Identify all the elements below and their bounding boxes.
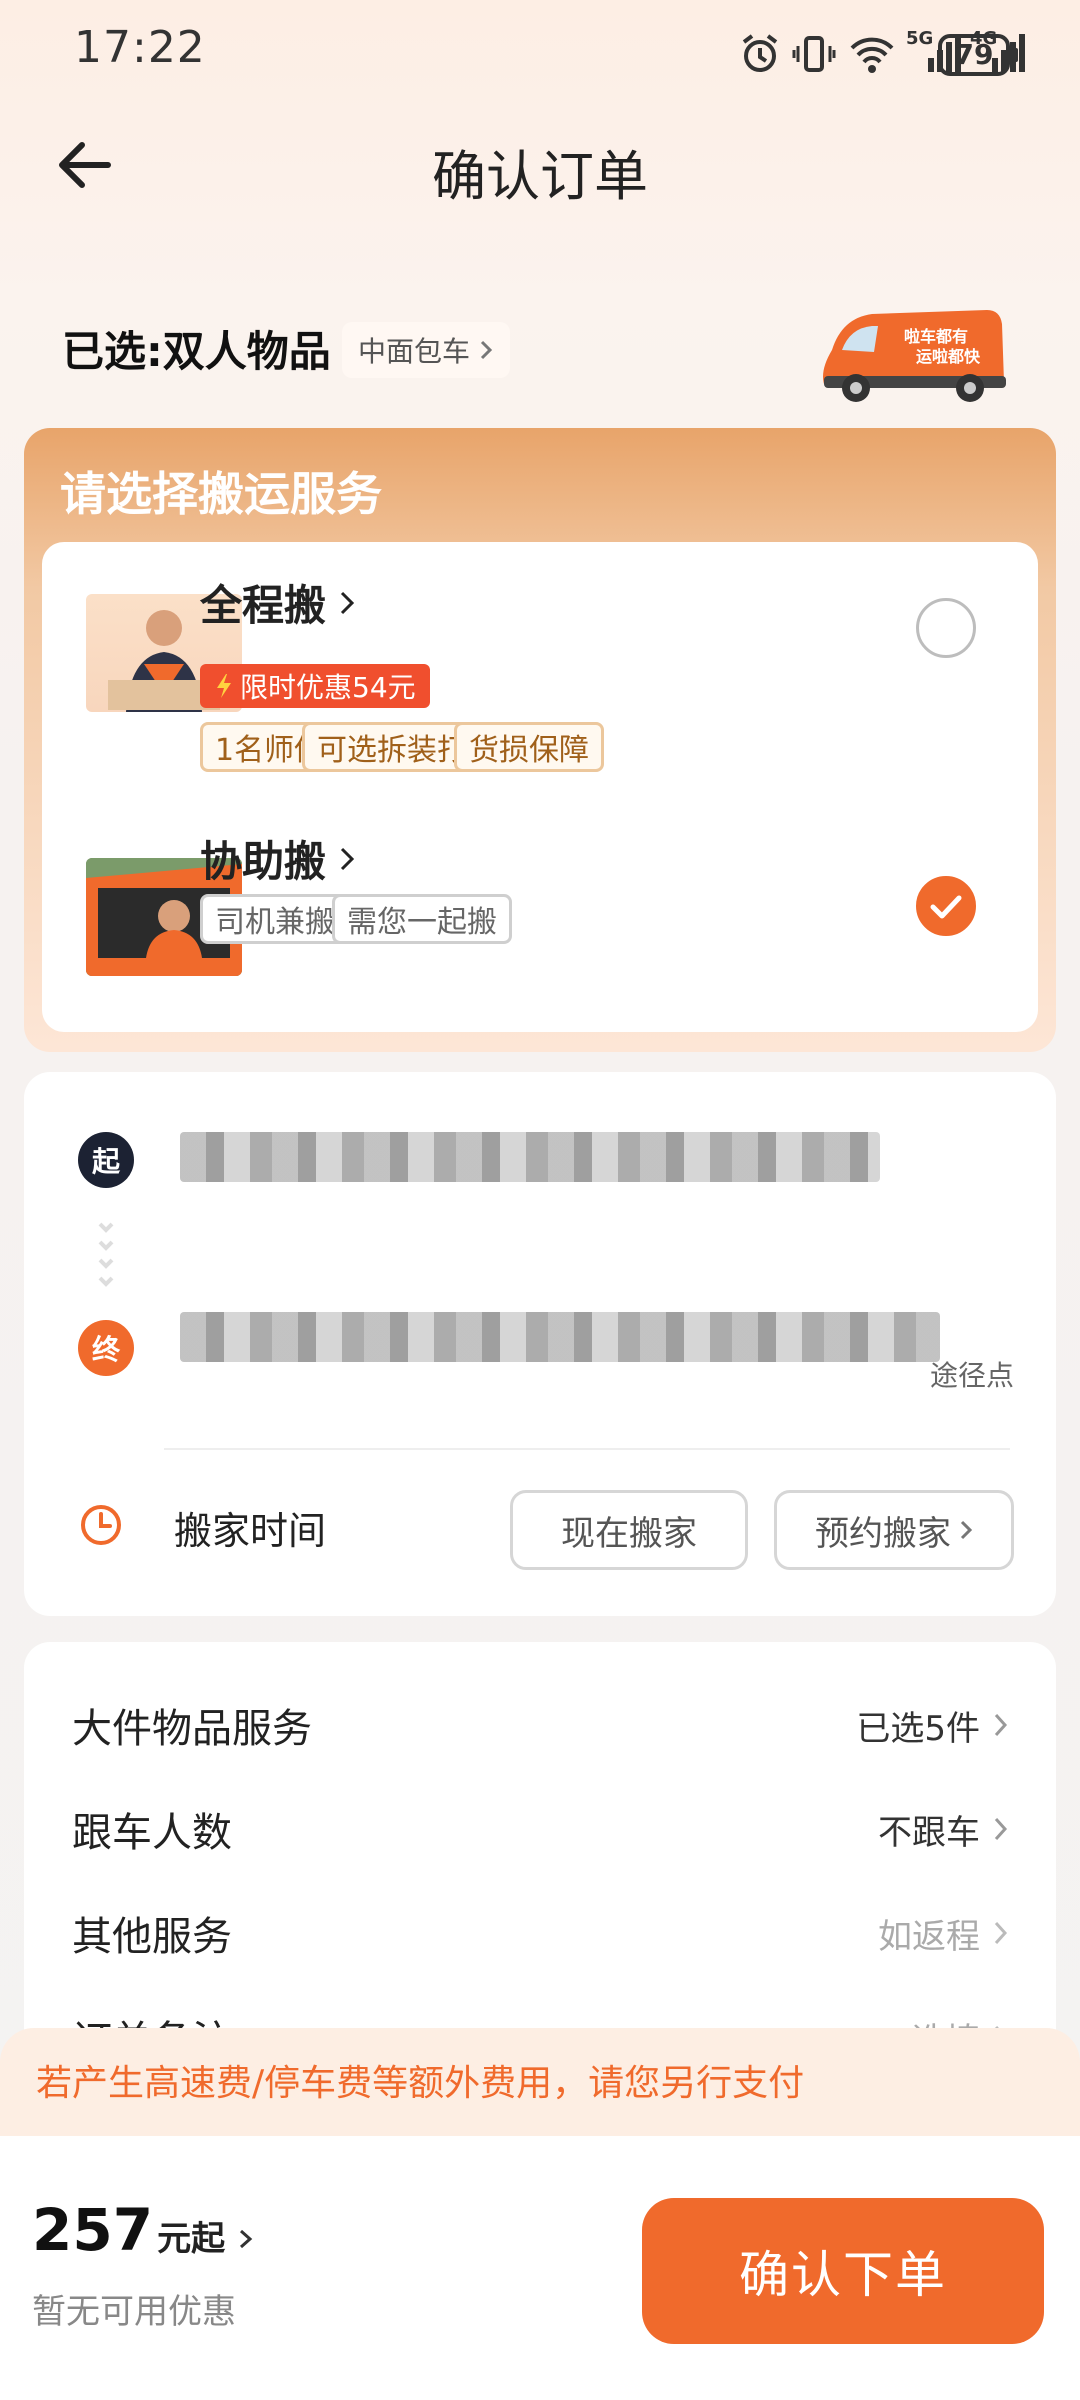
price-unit: 元起	[157, 2219, 226, 2259]
chevron-right-icon	[480, 340, 493, 360]
discount-text: 暂无可用优惠	[32, 2292, 236, 2332]
selected-items-label: 已选:双人物品	[62, 327, 331, 376]
end-badge: 终	[78, 1320, 134, 1376]
service-tag: 货损保障	[454, 722, 604, 772]
status-time: 17:22	[74, 22, 206, 73]
chevron-right-icon	[994, 1713, 1008, 1737]
option-label: 跟车人数	[72, 1810, 232, 1856]
clock-icon	[81, 1505, 121, 1545]
price-summary[interactable]: 257 元起	[32, 2196, 257, 2264]
reserve-move-label: 预约搬家	[815, 1513, 951, 1554]
promo-badge: 限时优惠54元	[200, 664, 430, 708]
via-point-link[interactable]: 途径点	[930, 1354, 1014, 1394]
vehicle-type-label: 中面包车	[358, 335, 471, 368]
route-dots-icon	[98, 1222, 114, 1287]
van-illustration: 啦车都有 运啦都快	[823, 310, 1006, 402]
page-title: 确认订单	[432, 145, 648, 208]
move-now-button[interactable]: 现在搬家	[510, 1490, 748, 1570]
option-row-other-services[interactable]: 其他服务 如返程	[72, 1898, 1008, 1968]
vibrate-icon	[792, 36, 836, 72]
check-icon	[930, 895, 962, 919]
chevron-right-icon	[340, 591, 355, 614]
service-name-full: 全程搬	[200, 581, 327, 630]
move-now-label: 现在搬家	[561, 1513, 697, 1554]
radio-assisted-service[interactable]	[916, 876, 976, 936]
end-address-redacted[interactable]	[180, 1312, 940, 1362]
promo-text: 限时优惠54元	[240, 671, 416, 704]
option-value: 如返程	[878, 1909, 1008, 1958]
price-amount: 257	[32, 2196, 154, 2264]
option-value: 已选5件	[856, 1701, 1008, 1750]
battery-indicator: 79	[938, 34, 1018, 76]
option-value: 不跟车	[878, 1805, 1008, 1854]
service-name-assisted: 协助搬	[200, 837, 327, 886]
reserve-move-button[interactable]: 预约搬家	[774, 1490, 1014, 1570]
service-card: 全程搬 限时优惠54元 1名师傅 可选拆装打包 货损保障 协助搬 司机兼搬运 需…	[42, 542, 1038, 1032]
option-row-passengers[interactable]: 跟车人数 不跟车	[72, 1794, 1008, 1864]
chevron-right-icon	[994, 1817, 1008, 1841]
notice-text: 若产生高速费/停车费等额外费用，请您另行支付	[36, 2063, 805, 2104]
van-slogan-line1: 啦车都有	[904, 327, 968, 346]
extra-fee-notice: 若产生高速费/停车费等额外费用，请您另行支付	[0, 2028, 1080, 2136]
chevron-right-icon	[960, 1520, 973, 1540]
option-label: 大件物品服务	[72, 1706, 312, 1752]
start-address-redacted[interactable]	[180, 1132, 880, 1182]
vehicle-type-chip[interactable]: 中面包车	[342, 322, 511, 378]
chevron-right-icon	[340, 847, 355, 870]
bottom-bar: 257 元起 暂无可用优惠 确认下单	[0, 2136, 1080, 2400]
lightning-icon	[217, 674, 231, 698]
wifi-icon	[850, 37, 894, 73]
radio-full-service[interactable]	[916, 598, 976, 658]
divider	[164, 1448, 1010, 1450]
chevron-right-icon	[994, 1921, 1008, 1945]
service-tag: 需您一起搬	[332, 894, 512, 944]
status-icons: 5G 4G 79	[600, 24, 1080, 80]
service-panel-title: 请选择搬运服务	[60, 467, 382, 521]
van-slogan-line2: 运啦都快	[916, 347, 981, 366]
move-time-label: 搬家时间	[174, 1509, 327, 1553]
option-label: 其他服务	[72, 1914, 232, 1960]
option-row-large-items[interactable]: 大件物品服务 已选5件	[72, 1690, 1008, 1760]
confirm-order-button[interactable]: 确认下单	[642, 2198, 1044, 2344]
chevron-right-icon	[240, 2229, 253, 2249]
service-panel: 请选择搬运服务 全程搬 限时优惠54元 1名师傅 可选拆装打包 货损保障 协助搬…	[24, 428, 1056, 1052]
alarm-icon	[742, 34, 778, 72]
address-card: 起 终 途径点 搬家时间 现在搬家 预约搬家	[24, 1072, 1056, 1616]
start-badge: 起	[78, 1132, 134, 1188]
